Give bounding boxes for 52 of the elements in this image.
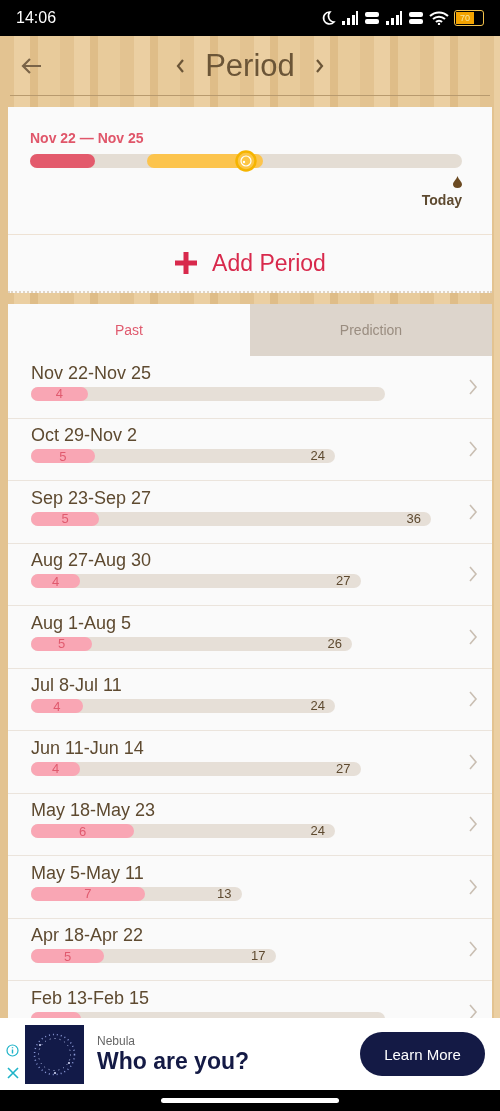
home-indicator[interactable] [161, 1098, 339, 1103]
back-arrow-icon[interactable] [20, 57, 42, 75]
period-dates[interactable]: Jun 11-Jun 14 [31, 737, 468, 759]
period-days: 5 [59, 448, 67, 464]
period-dates[interactable]: Apr 18-Apr 22 [31, 925, 468, 947]
cycle-length: 17 [251, 949, 266, 964]
cycle-length: 26 [327, 636, 342, 651]
status-time: 14:06 [16, 9, 57, 27]
close-icon[interactable] [6, 1066, 19, 1079]
learn-more-button[interactable]: Learn More [360, 1032, 485, 1076]
period-days: 4 [55, 386, 63, 402]
chevron-right-icon[interactable] [314, 57, 325, 74]
period-days: 7 [84, 886, 92, 902]
ovulation-icon [235, 150, 258, 172]
period-range: Nov 22 — Nov 25 [30, 130, 144, 146]
period-dates[interactable]: Aug 1-Aug 5 [31, 612, 468, 634]
period-dates[interactable]: May 18-May 23 [31, 800, 468, 822]
cycle-length: 24 [310, 824, 325, 839]
battery-icon: 70 [454, 10, 484, 26]
period-days: 5 [64, 948, 72, 964]
period-dates[interactable]: May 5-May 11 [31, 862, 468, 884]
period-dates[interactable]: Nov 22-Nov 25 [31, 362, 468, 384]
wifi-icon [429, 11, 449, 25]
moon-icon [320, 10, 336, 26]
period-dates[interactable]: Aug 27-Aug 30 [31, 550, 468, 572]
period-days: 4 [52, 761, 60, 777]
period-days: 5 [57, 636, 66, 652]
cycle-length: 27 [336, 761, 351, 776]
period-dates[interactable]: Sep 23-Sep 27 [31, 487, 468, 509]
cycle-length: 13 [217, 886, 232, 901]
drop-icon [453, 176, 462, 188]
period-dates[interactable]: Jul 8-Jul 11 [31, 675, 468, 697]
period-dates[interactable]: Oct 29-Nov 2 [31, 425, 468, 447]
signal-icon [385, 11, 403, 25]
add-period-button[interactable]: Add Period [8, 235, 492, 293]
period-days: 6 [79, 823, 87, 839]
period-dates[interactable]: Feb 13-Feb 15 [31, 987, 468, 1009]
period-days: 5 [61, 511, 69, 527]
cycle-length: 24 [310, 449, 325, 464]
today-label: Today [421, 192, 462, 208]
period-days: 4 [53, 698, 61, 714]
ad-headline: Who are you? [97, 1047, 251, 1075]
plus-icon [174, 251, 199, 275]
cycle-length: 27 [336, 574, 351, 589]
info-icon[interactable] [6, 1043, 19, 1057]
cycle-length: 36 [406, 511, 421, 526]
page-title: Period [205, 47, 295, 84]
advertiser-name: Nebula [97, 1033, 137, 1048]
cycle-length: 24 [310, 699, 325, 714]
signal-icon [341, 11, 359, 25]
chevron-left-icon[interactable] [175, 57, 186, 74]
period-days: 4 [52, 573, 60, 589]
